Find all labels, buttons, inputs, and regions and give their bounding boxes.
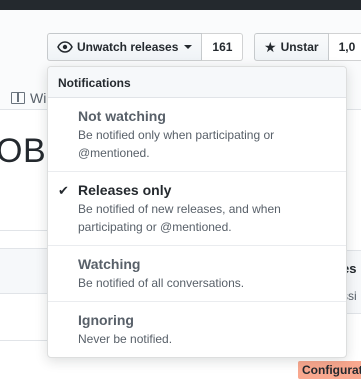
option-description: Be notified only when participating or @…	[78, 128, 275, 160]
option-ignoring[interactable]: Ignoring Never be notified.	[48, 302, 346, 357]
caret-down-icon	[184, 45, 193, 49]
option-title: Ignoring	[78, 312, 134, 328]
option-description: Be notified of all conversations.	[78, 276, 245, 290]
option-title: Watching	[78, 256, 141, 272]
eye-icon	[57, 41, 73, 53]
top-navbar	[0, 0, 361, 10]
book-icon	[11, 92, 25, 104]
divider	[0, 340, 50, 341]
unwatch-button[interactable]: Unwatch releases	[47, 33, 203, 61]
watch-button-group: Unwatch releases 161	[47, 33, 244, 61]
check-icon: ✔	[58, 183, 69, 198]
tab-wiki-label: Wi	[30, 90, 47, 106]
option-description: Be notified of new releases, and when pa…	[78, 202, 281, 234]
list-header	[0, 248, 50, 294]
divider	[0, 230, 50, 231]
unstar-button[interactable]: ★ Unstar	[254, 33, 329, 61]
option-description: Never be notified.	[78, 332, 173, 346]
option-title: Not watching	[78, 108, 166, 124]
tab-wiki[interactable]: Wi	[11, 90, 46, 106]
star-button-group: ★ Unstar 1,0	[254, 33, 361, 61]
stargazers-count[interactable]: 1,0	[328, 33, 361, 61]
notifications-dropdown: Notifications Not watching Be notified o…	[47, 66, 347, 358]
unwatch-button-label: Unwatch releases	[77, 40, 179, 54]
star-icon: ★	[264, 38, 277, 55]
option-releases-only[interactable]: ✔ Releases only Be notified of new relea…	[48, 172, 346, 246]
option-watching[interactable]: Watching Be notified of all conversation…	[48, 246, 346, 302]
unstar-button-label: Unstar	[280, 40, 319, 54]
watchers-count[interactable]: 161	[202, 33, 244, 61]
option-not-watching[interactable]: Not watching Be notified only when parti…	[48, 98, 346, 172]
label-badge[interactable]: Configurat	[298, 361, 361, 379]
dropdown-header: Notifications	[48, 67, 346, 98]
option-title: Releases only	[78, 182, 172, 198]
